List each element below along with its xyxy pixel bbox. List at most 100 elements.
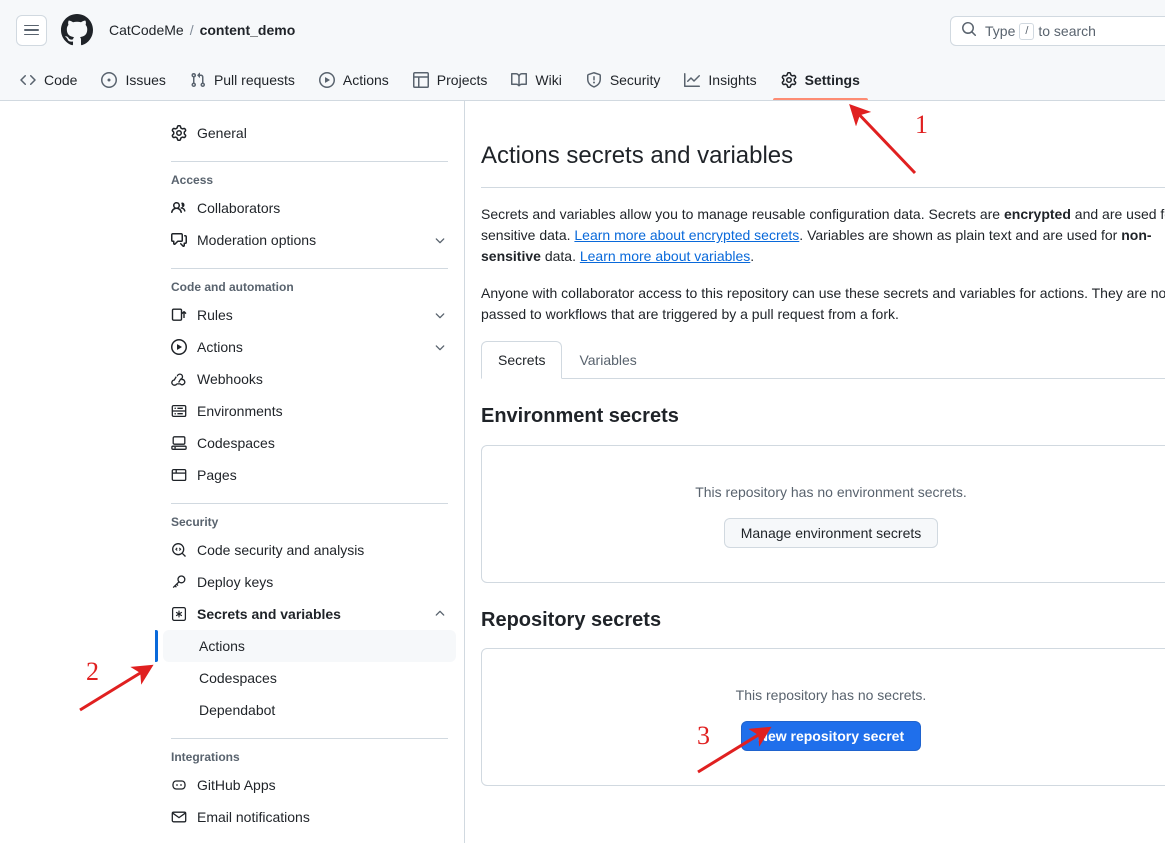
chevron-down-icon[interactable] [432,340,448,354]
chevron-up-icon[interactable] [432,607,448,621]
page-title: Actions secrets and variables [481,142,794,170]
sidebar-item-codespaces-label: Codespaces [197,435,275,451]
sidebar-item-pages[interactable]: Pages [163,459,456,491]
environment-secrets-panel: This repository has no environment secre… [481,444,1165,583]
sidebar-item-moderation-options[interactable]: Moderation options [163,224,456,256]
sidebar-item-rules[interactable]: Rules [163,299,456,331]
sidebar-subitem-secrets-codespaces-label: Codespaces [199,670,277,686]
environment-secrets-empty-text: This repository has no environment secre… [695,483,967,500]
search-placeholder: Type / to search [985,22,1096,40]
github-repo-settings-page: CatCodeMe / content_demo Type / to searc… [0,0,1165,843]
intro-bold-encrypted: encrypted [1003,206,1071,223]
intro-text-part3: . Variables are shown as plain text and … [799,227,1122,244]
sidebar-item-actions[interactable]: Actions [163,331,456,363]
play-icon [171,339,187,355]
sidebar-divider [171,738,448,739]
environment-secrets-heading: Environment secrets [481,405,679,428]
sidebar-item-general[interactable]: General [163,117,456,149]
tab-projects[interactable]: Projects [405,60,496,100]
chevron-down-icon[interactable] [432,308,448,322]
sidebar-item-actions-label: Actions [197,339,243,355]
shield-icon [586,72,602,88]
tab-actions[interactable]: Actions [311,60,397,100]
sidebar-item-collaborators[interactable]: Collaborators [163,192,456,224]
sidebar-item-email-notifications[interactable]: Email notifications [163,801,456,833]
asterisk-icon [171,606,187,622]
sidebar-item-secrets-and-variables[interactable]: Secrets and variables [163,598,456,630]
sidebar-item-environments[interactable]: Environments [163,395,456,427]
search-input[interactable]: Type / to search [950,16,1165,46]
breadcrumb-repo[interactable]: content_demo [200,22,296,38]
key-icon [171,574,187,590]
git-pull-request-icon [190,72,206,88]
breadcrumb-owner[interactable]: CatCodeMe [109,22,184,38]
sidebar-item-rules-label: Rules [197,307,233,323]
breadcrumb: CatCodeMe / content_demo [109,22,295,38]
book-icon [511,72,528,88]
tab-security-label: Security [609,72,661,88]
tab-pull-requests[interactable]: Pull requests [182,60,303,100]
table-icon [412,72,429,88]
tab-actions-label: Actions [342,72,389,88]
gear-icon [171,125,187,141]
tab-wiki[interactable]: Wiki [503,60,569,100]
github-logo-icon[interactable] [61,14,93,46]
tab-issues-label: Issues [125,72,166,88]
search-slash-key: / [1019,22,1035,40]
sidebar-subitem-secrets-dependabot[interactable]: Dependabot [163,694,456,726]
tab-security[interactable]: Security [578,60,669,100]
browser-icon [171,467,187,483]
manage-environment-secrets-button[interactable]: Manage environment secrets [723,517,939,548]
tab-issues[interactable]: Issues [93,60,173,100]
tab-insights[interactable]: Insights [676,60,764,100]
sidebar-item-environments-label: Environments [197,403,283,419]
tab-variables-label: Variables [579,352,637,369]
gear-icon [781,72,797,88]
intro-paragraph-2: Anyone with collaborator access to this … [481,285,1165,323]
sidebar-item-deploy-keys[interactable]: Deploy keys [163,566,456,598]
settings-sidebar: General Access Collaborators Moderation … [155,101,465,843]
main-content: Actions secrets and variables Secrets an… [465,101,1165,843]
sidebar-item-webhooks-label: Webhooks [197,371,263,387]
repository-secrets-heading: Repository secrets [481,608,662,631]
tab-secrets-label: Secrets [498,352,546,369]
tab-secrets[interactable]: Secrets [481,341,563,380]
sidebar-item-code-security-and-analysis-label: Code security and analysis [197,542,365,558]
sidebar-item-webhooks[interactable]: Webhooks [163,363,456,395]
chevron-down-icon[interactable] [432,233,448,247]
annotation-number-2: 2 [86,657,99,686]
annotation-arrow-2 [79,664,154,712]
search-icon [961,21,977,42]
new-repository-secret-button[interactable]: New repository secret [740,721,922,752]
sidebar-item-secrets-and-variables-label: Secrets and variables [197,606,341,622]
repository-nav: Code Issues Pull requests Actions Projec… [0,60,1165,101]
tab-variables[interactable]: Variables [562,341,653,379]
secrets-variables-tabnav: Secrets Variables [481,341,1165,380]
intro-text-part4: data. [540,248,580,265]
sidebar-item-github-apps-label: GitHub Apps [197,777,276,793]
sidebar-subitem-secrets-codespaces[interactable]: Codespaces [163,662,456,694]
repository-secrets-panel: This repository has no secrets. New repo… [481,648,1165,787]
hamburger-menu-icon[interactable] [16,14,47,46]
link-learn-more-encrypted-secrets[interactable]: Learn more about encrypted secrets [574,227,799,243]
sidebar-item-codespaces[interactable]: Codespaces [163,427,456,459]
comment-discussion-icon [171,232,187,248]
sidebar-subitem-secrets-actions[interactable]: Actions [155,630,456,662]
tab-projects-label: Projects [436,72,488,88]
tab-insights-label: Insights [708,72,757,88]
tab-code[interactable]: Code [12,60,85,100]
link-learn-more-variables[interactable]: Learn more about variables [580,248,750,264]
intro-text-part1: Secrets and variables allow you to manag… [481,206,1004,223]
sidebar-item-code-security-and-analysis[interactable]: Code security and analysis [163,534,456,566]
codescan-icon [171,542,187,558]
sidebar-section-integrations-title: Integrations [171,750,240,764]
sidebar-divider [171,161,448,162]
tab-settings[interactable]: Settings [772,60,869,100]
sidebar-subitem-secrets-dependabot-label: Dependabot [199,702,276,718]
sidebar-item-email-notifications-label: Email notifications [197,809,310,825]
sidebar-divider [171,503,448,504]
sidebar-item-github-apps[interactable]: GitHub Apps [163,769,456,801]
people-icon [171,200,187,216]
tab-code-label: Code [44,72,78,88]
rules-icon [171,307,187,323]
